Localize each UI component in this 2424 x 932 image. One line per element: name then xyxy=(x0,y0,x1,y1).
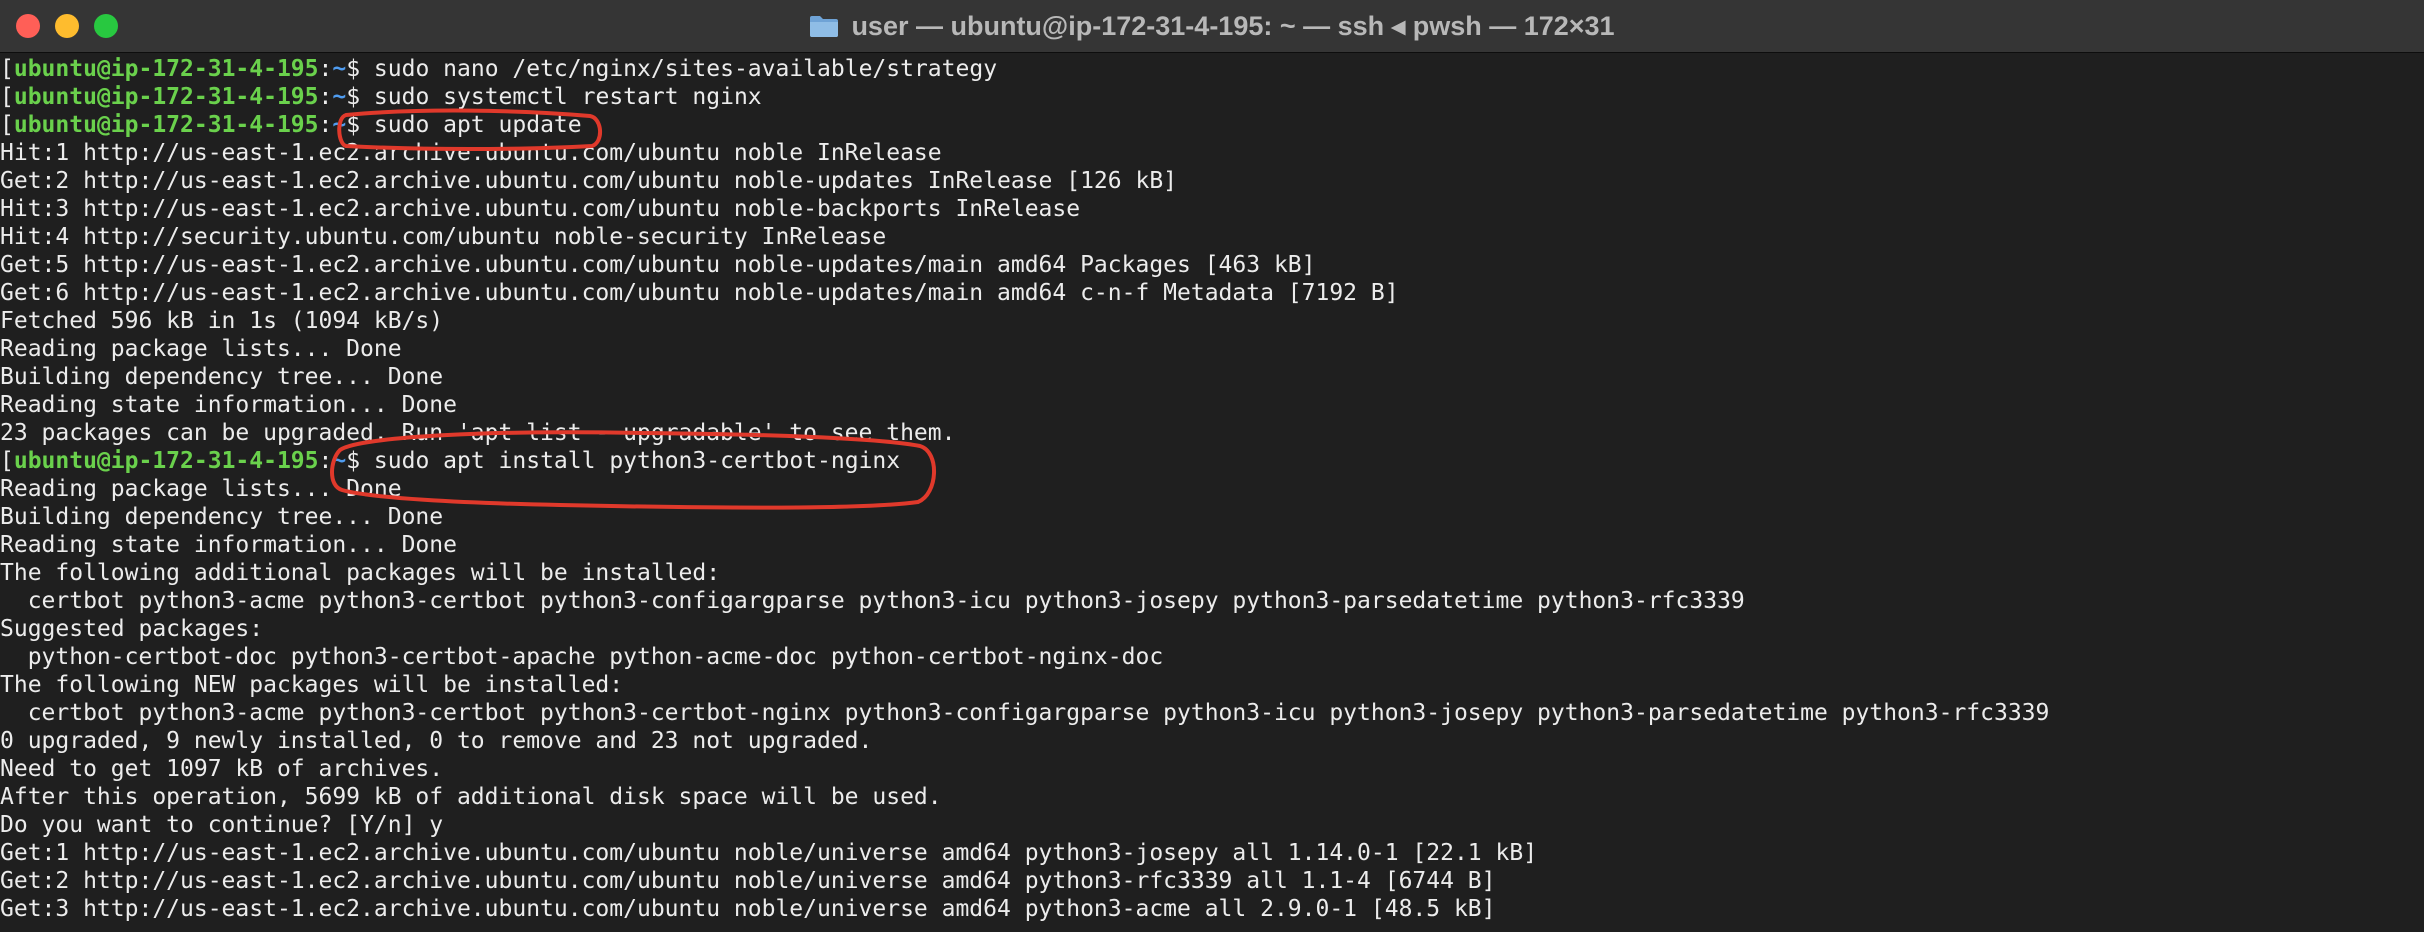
prompt-line: [ubuntu@ip-172-31-4-195:~$ sudo systemct… xyxy=(0,83,2049,111)
output-line: Suggested packages: xyxy=(0,616,264,642)
output-line: After this operation, 5699 kB of additio… xyxy=(0,784,942,810)
output-line: Building dependency tree... Done xyxy=(0,504,444,530)
output-line: Get:5 http://us-east-1.ec2.archive.ubunt… xyxy=(0,252,1316,278)
output-line: Get:1 http://us-east-1.ec2.archive.ubunt… xyxy=(0,840,1538,866)
title-bar[interactable]: user — ubuntu@ip-172-31-4-195: ~ — ssh ◂… xyxy=(0,0,2424,53)
prompt-dollar: $ xyxy=(346,448,374,474)
output-line: Hit:4 http://security.ubuntu.com/ubuntu … xyxy=(0,224,887,250)
output-line: certbot python3-acme python3-certbot pyt… xyxy=(0,588,1745,614)
output-line: Reading state information... Done xyxy=(0,532,457,558)
window-title: user — ubuntu@ip-172-31-4-195: ~ — ssh ◂… xyxy=(851,10,1615,41)
output-line: Hit:1 http://us-east-1.ec2.archive.ubunt… xyxy=(0,140,942,166)
prompt-path: ~ xyxy=(332,112,347,138)
scrollbar[interactable] xyxy=(2410,53,2424,932)
prompt-user: ubuntu@ip-172-31-4-195 xyxy=(13,84,319,110)
prompt-bracket: [ xyxy=(0,448,14,474)
command-text: sudo nano /etc/nginx/sites-available/str… xyxy=(373,56,998,82)
output-line: The following additional packages will b… xyxy=(0,560,721,586)
output-line: Building dependency tree... Done xyxy=(0,364,444,390)
title-container: user — ubuntu@ip-172-31-4-195: ~ — ssh ◂… xyxy=(0,0,2424,52)
command-text: sudo apt update xyxy=(373,112,582,138)
command-text: sudo apt install python3-certbot-nginx xyxy=(373,448,901,474)
output-line: Get:2 http://us-east-1.ec2.archive.ubunt… xyxy=(0,868,1496,894)
output-line: Get:6 http://us-east-1.ec2.archive.ubunt… xyxy=(0,280,1399,306)
output-line: The following NEW packages will be insta… xyxy=(0,672,624,698)
prompt-dollar: $ xyxy=(346,112,374,138)
prompt-path: ~ xyxy=(332,448,347,474)
prompt-colon: : xyxy=(318,56,333,82)
prompt-bracket: [ xyxy=(0,84,14,110)
command-text: sudo systemctl restart nginx xyxy=(373,84,762,110)
prompt-colon: : xyxy=(318,84,333,110)
prompt-user: ubuntu@ip-172-31-4-195 xyxy=(13,112,319,138)
output-line: python-certbot-doc python3-certbot-apach… xyxy=(0,644,1164,670)
output-line: 23 packages can be upgraded. Run 'apt li… xyxy=(0,420,956,446)
output-line: 0 upgraded, 9 newly installed, 0 to remo… xyxy=(0,728,873,754)
output-line: certbot python3-acme python3-certbot pyt… xyxy=(0,700,2050,726)
output-line: Reading package lists... Done xyxy=(0,336,402,362)
output-line: Fetched 596 kB in 1s (1094 kB/s) xyxy=(0,308,444,334)
prompt-bracket: [ xyxy=(0,56,14,82)
prompt-colon: : xyxy=(318,112,333,138)
output-line: Get:2 http://us-east-1.ec2.archive.ubunt… xyxy=(0,168,1178,194)
output-line: Need to get 1097 kB of archives. xyxy=(0,756,444,782)
output-line: Hit:3 http://us-east-1.ec2.archive.ubunt… xyxy=(0,196,1081,222)
output-line: Get:3 http://us-east-1.ec2.archive.ubunt… xyxy=(0,896,1496,922)
terminal-output[interactable]: [ubuntu@ip-172-31-4-195:~$ sudo nano /et… xyxy=(0,53,2424,932)
prompt-path: ~ xyxy=(332,84,347,110)
prompt-dollar: $ xyxy=(346,56,374,82)
prompt-user: ubuntu@ip-172-31-4-195 xyxy=(13,56,319,82)
prompt-line: [ubuntu@ip-172-31-4-195:~$ sudo apt upda… xyxy=(0,111,2049,139)
output-line: Do you want to continue? [Y/n] y xyxy=(0,812,444,838)
prompt-user: ubuntu@ip-172-31-4-195 xyxy=(13,448,319,474)
prompt-line: [ubuntu@ip-172-31-4-195:~$ sudo nano /et… xyxy=(0,55,2049,83)
terminal-lines: [ubuntu@ip-172-31-4-195:~$ sudo nano /et… xyxy=(0,55,2049,923)
terminal-window: user — ubuntu@ip-172-31-4-195: ~ — ssh ◂… xyxy=(0,0,2424,932)
output-line: Reading package lists... Done xyxy=(0,476,402,502)
folder-icon xyxy=(809,14,839,38)
prompt-colon: : xyxy=(318,448,333,474)
prompt-dollar: $ xyxy=(346,84,374,110)
output-line: Reading state information... Done xyxy=(0,392,457,418)
prompt-path: ~ xyxy=(332,56,347,82)
prompt-line: [ubuntu@ip-172-31-4-195:~$ sudo apt inst… xyxy=(0,447,2049,475)
prompt-bracket: [ xyxy=(0,112,14,138)
